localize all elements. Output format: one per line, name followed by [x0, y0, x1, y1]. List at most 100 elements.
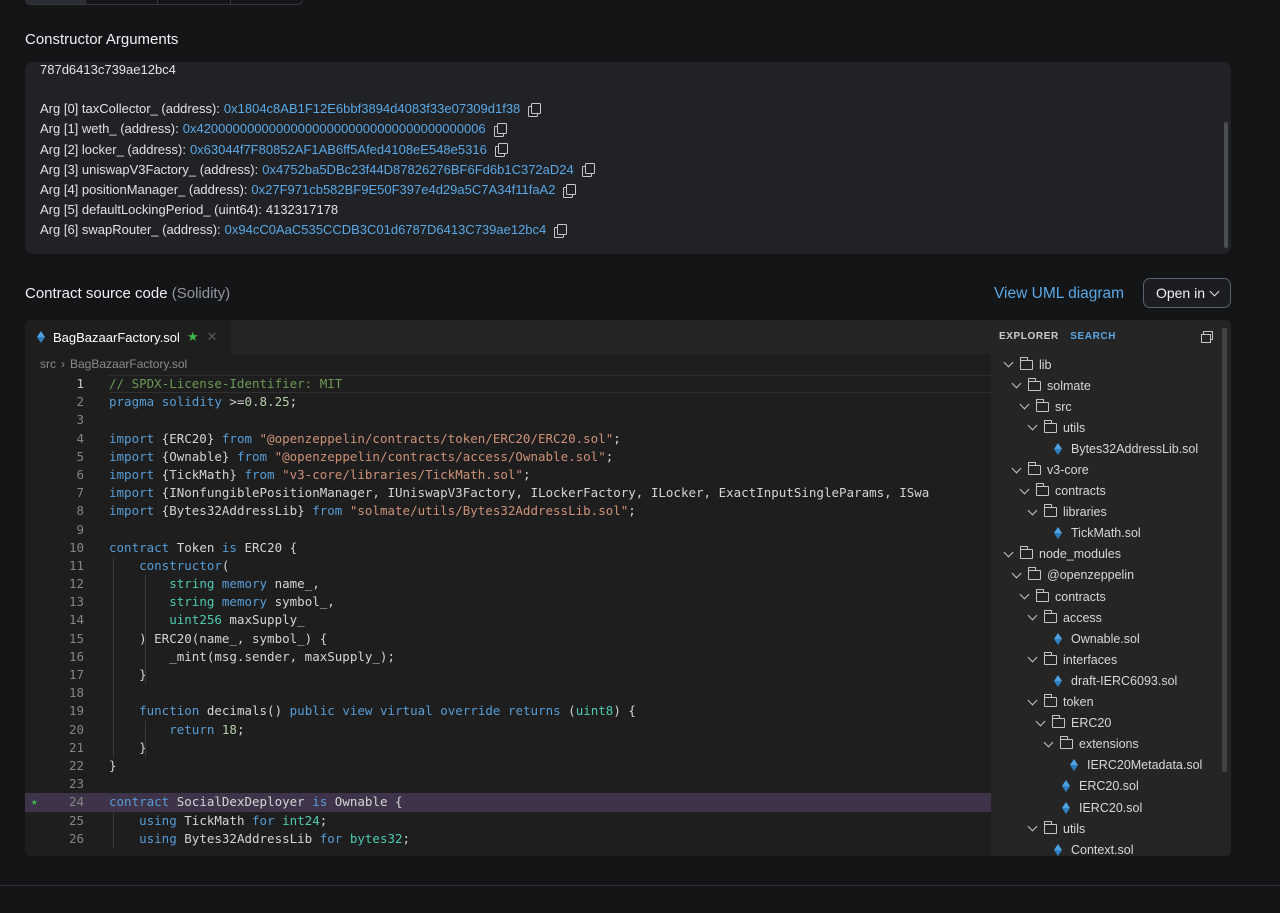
- top-tab-strip[interactable]: [25, 0, 303, 5]
- code-line[interactable]: 1 // SPDX-License-Identifier: MIT: [25, 375, 991, 393]
- code-line[interactable]: 18: [25, 684, 991, 702]
- tree-file[interactable]: IERC20Metadata.sol: [991, 755, 1223, 776]
- top-tab[interactable]: [158, 0, 231, 4]
- code-line[interactable]: 11 constructor(: [25, 557, 991, 575]
- tree-file[interactable]: ERC20.sol: [991, 776, 1223, 797]
- code-line[interactable]: 20 return 18;: [25, 721, 991, 739]
- tree-folder[interactable]: token: [991, 692, 1223, 713]
- collapse-all-icon[interactable]: [1201, 331, 1213, 343]
- code-text: import {TickMath} from "v3-core/librarie…: [109, 466, 531, 482]
- copy-icon[interactable]: [528, 102, 542, 117]
- code-line[interactable]: 22}: [25, 757, 991, 775]
- code-line[interactable]: 5 import {Ownable} from "@openzeppelin/co…: [25, 448, 991, 466]
- code-line[interactable]: 7 import {INonfungiblePositionManager, IU…: [25, 484, 991, 502]
- tree-folder[interactable]: solmate: [991, 375, 1223, 396]
- view-uml-diagram-link[interactable]: View UML diagram: [994, 285, 1124, 303]
- tree-folder[interactable]: extensions: [991, 734, 1223, 755]
- code-area[interactable]: 1 // SPDX-License-Identifier: MIT 2 pragma …: [25, 375, 991, 849]
- arg-address-link[interactable]: 0x63044f7F80852AF1AB6ff5Afed4108eE548e53…: [190, 140, 487, 160]
- tree-folder[interactable]: v3-core: [991, 459, 1223, 480]
- arg-address-link[interactable]: 0x27F971cb582BF9E50F397e4d29a5C7A34f11fa…: [251, 180, 555, 200]
- code-line[interactable]: 15 ) ERC20(name_, symbol_) {: [25, 630, 991, 648]
- copy-icon[interactable]: [581, 163, 595, 178]
- open-in-button[interactable]: Open in: [1143, 278, 1231, 308]
- code-line[interactable]: 16 _mint(msg.sender, maxSupply_);: [25, 648, 991, 666]
- code-line[interactable]: ★ 24 contract SocialDexDeployer is Ownable…: [25, 793, 991, 812]
- code-line[interactable]: 26 using Bytes32AddressLib for bytes32;: [25, 830, 991, 848]
- arg-address-link[interactable]: 0x42000000000000000000000000000000000000…: [183, 119, 486, 139]
- folder-icon: [1028, 567, 1041, 581]
- arg-value: 4132317178: [265, 202, 339, 218]
- code-line[interactable]: 9: [25, 521, 991, 539]
- arg-address-link[interactable]: 0x1804c8AB1F12E6bbf3894d4083f33e07309d1f…: [224, 99, 520, 119]
- code-line[interactable]: 23: [25, 775, 991, 793]
- code-line[interactable]: 17 }: [25, 666, 991, 684]
- editor-tab-file[interactable]: BagBazaarFactory.sol ★ ✕: [25, 320, 231, 354]
- tree-file[interactable]: TickMath.sol: [991, 523, 1223, 544]
- breadcrumb-folder[interactable]: src: [40, 357, 56, 371]
- arg-address-link[interactable]: 0x4752ba5DBc23f44D87826276BF6Fd6b1C372aD…: [262, 160, 574, 180]
- top-tab[interactable]: [231, 0, 302, 4]
- tree-item-label: utils: [1063, 420, 1086, 435]
- tree-folder[interactable]: node_modules: [991, 544, 1223, 565]
- tree-file[interactable]: Bytes32AddressLib.sol: [991, 438, 1223, 459]
- tree-item-label: libraries: [1063, 505, 1107, 520]
- solidity-file-icon: [1062, 780, 1070, 793]
- code-line[interactable]: 21 }: [25, 739, 991, 757]
- code-text: }: [109, 667, 147, 682]
- code-line[interactable]: 2 pragma solidity >=0.8.25;: [25, 393, 991, 411]
- code-text: }: [109, 757, 117, 773]
- code-line[interactable]: 6 import {TickMath} from "v3-core/librari…: [25, 466, 991, 484]
- arg-address-link[interactable]: 0x94cC0AaC535CCDB3C01d6787D6413C739ae12b…: [225, 220, 547, 240]
- copy-icon[interactable]: [563, 183, 577, 198]
- constructor-args-panel: 787d6413c739ae12bc4 Arg [0] taxCollector…: [25, 62, 1231, 254]
- tree-folder[interactable]: src: [991, 396, 1223, 417]
- tree-file[interactable]: IERC20.sol: [991, 797, 1223, 818]
- tree-file[interactable]: Context.sol: [991, 839, 1223, 856]
- tree-item-label: TickMath.sol: [1071, 526, 1141, 541]
- source-code-title: Contract source code (Solidity): [25, 285, 230, 302]
- tree-folder[interactable]: contracts: [991, 586, 1223, 607]
- open-in-label: Open in: [1155, 285, 1206, 301]
- chevron-down-icon: [1003, 357, 1014, 368]
- tree-folder[interactable]: lib: [991, 354, 1223, 375]
- code-line[interactable]: 25 using TickMath for int24;: [25, 812, 991, 830]
- code-line[interactable]: 12 string memory name_,: [25, 575, 991, 593]
- chevron-down-icon: [1003, 547, 1014, 558]
- chevron-down-icon: [1027, 505, 1038, 516]
- search-tab[interactable]: SEARCH: [1070, 331, 1116, 342]
- explorer-scrollbar[interactable]: [1222, 328, 1227, 772]
- code-line[interactable]: 10 contract Token is ERC20 {: [25, 539, 991, 557]
- indent-guide: [145, 648, 146, 685]
- code-text: uint256 maxSupply_: [169, 612, 305, 628]
- tree-file[interactable]: draft-IERC6093.sol: [991, 670, 1223, 691]
- chevron-down-icon: [1027, 420, 1038, 431]
- tree-folder[interactable]: access: [991, 607, 1223, 628]
- copy-icon[interactable]: [493, 123, 507, 137]
- tree-folder[interactable]: utils: [991, 818, 1223, 839]
- breadcrumb-file[interactable]: BagBazaarFactory.sol: [70, 357, 187, 371]
- tree-folder[interactable]: libraries: [991, 502, 1223, 523]
- code-line[interactable]: 14 uint256 maxSupply_: [25, 611, 991, 629]
- explorer-tab[interactable]: EXPLORER: [999, 331, 1059, 342]
- tree-file[interactable]: Ownable.sol: [991, 628, 1223, 649]
- tree-folder[interactable]: interfaces: [991, 649, 1223, 670]
- tree-folder[interactable]: contracts: [991, 481, 1223, 502]
- copy-icon[interactable]: [554, 224, 568, 239]
- line-number: 23: [68, 776, 84, 792]
- code-line[interactable]: 4 import {ERC20} from "@openzeppelin/cont…: [25, 430, 991, 448]
- code-line[interactable]: 19 function decimals() public view virtu…: [25, 702, 991, 720]
- top-tab-active[interactable]: [26, 0, 86, 4]
- tree-folder[interactable]: utils: [991, 417, 1223, 438]
- code-line[interactable]: 13 string memory symbol_,: [25, 593, 991, 611]
- code-line[interactable]: 8 import {Bytes32AddressLib} from "solmat…: [25, 502, 991, 520]
- args-scrollbar[interactable]: [1224, 122, 1228, 248]
- copy-icon[interactable]: [494, 143, 508, 158]
- line-number: 6: [76, 466, 84, 482]
- close-icon[interactable]: ✕: [207, 329, 218, 345]
- line-number: 11: [68, 557, 84, 573]
- top-tab[interactable]: [86, 0, 159, 4]
- code-line[interactable]: 3: [25, 411, 991, 429]
- tree-folder[interactable]: ERC20: [991, 713, 1223, 734]
- tree-folder[interactable]: @openzeppelin: [991, 565, 1223, 586]
